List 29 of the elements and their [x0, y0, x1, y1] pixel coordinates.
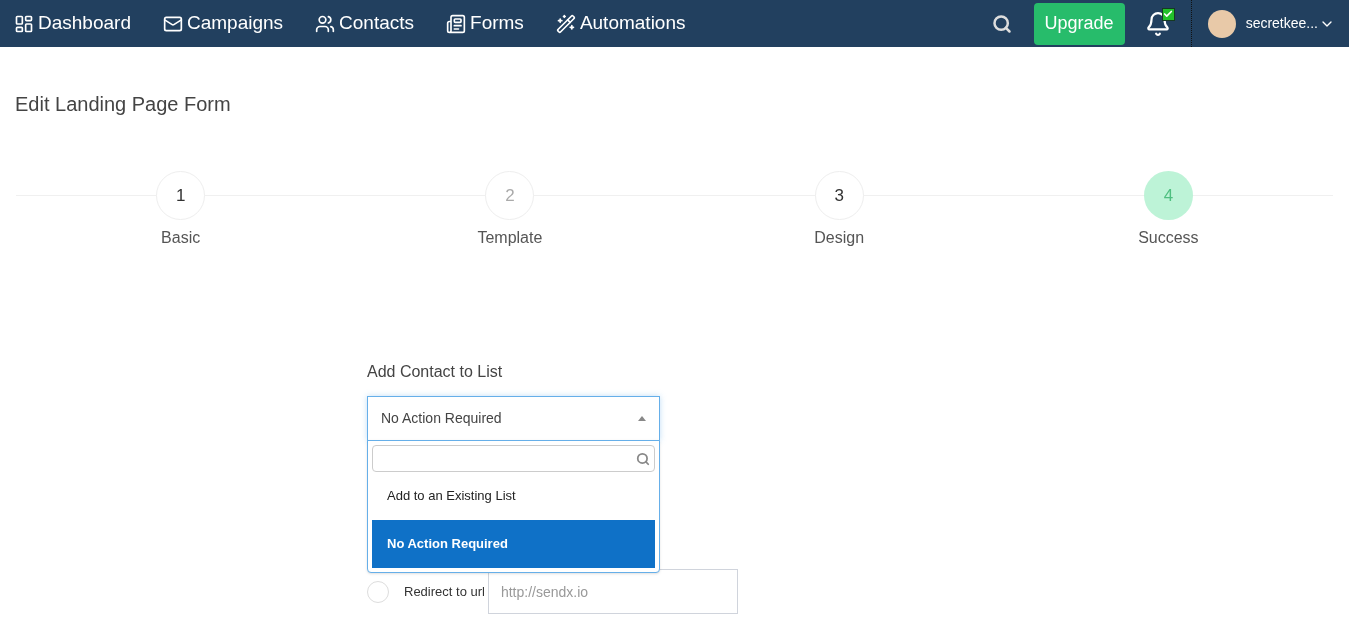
wand-icon	[555, 13, 576, 34]
page-title: Edit Landing Page Form	[15, 92, 231, 117]
nav-link[interactable]: Dashboard	[14, 9, 131, 38]
step-label: Design	[814, 228, 865, 248]
search-icon	[636, 451, 650, 466]
avatar-icon	[1207, 9, 1236, 38]
users-icon	[315, 13, 336, 34]
dropdown-option[interactable]: Add to an Existing List	[372, 472, 655, 520]
search-field[interactable]	[372, 445, 655, 472]
step-number[interactable]: 3	[814, 171, 864, 220]
bell-icon[interactable]	[1144, 10, 1171, 37]
step-label: Template	[477, 228, 543, 248]
search-icon[interactable]	[991, 13, 1012, 34]
nav-link[interactable]: Contacts	[315, 9, 415, 38]
step-label: Basic	[161, 228, 201, 248]
list-select[interactable]: No Action Required	[367, 396, 660, 441]
caret-icon	[638, 416, 646, 421]
step-label: Success	[1138, 228, 1199, 248]
user-menu[interactable]: secretkee...	[1245, 13, 1335, 34]
field-label: Add Contact to List	[367, 362, 503, 382]
dashboard-icon	[14, 13, 34, 34]
nav-link[interactable]: Campaigns	[162, 9, 284, 38]
nav-link[interactable]: Forms	[446, 9, 524, 38]
dropdown-option[interactable]: No Action Required	[372, 520, 655, 568]
nav-link[interactable]: Automations	[555, 9, 686, 38]
radio-label: Redirect to url	[404, 582, 485, 601]
form-icon	[446, 13, 467, 34]
url-input[interactable]: http://sendx.io	[487, 569, 738, 614]
step-number[interactable]: 1	[156, 171, 206, 220]
